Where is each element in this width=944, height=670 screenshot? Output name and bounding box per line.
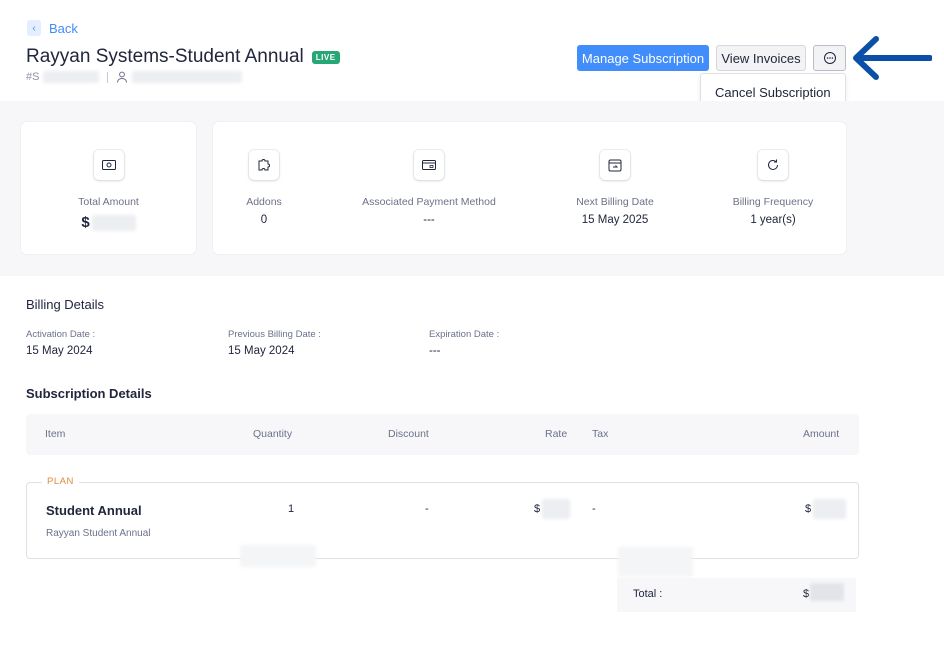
payment-method-value: --- [423,214,435,226]
billing-frequency-label: Billing Frequency [732,196,814,208]
total-amount-value: $ [81,214,90,231]
column-header-amount: Amount [803,428,840,440]
metric-next-billing: Next Billing Date 15 May 2025 [543,122,687,254]
view-invoices-button[interactable]: View Invoices [716,45,806,71]
redacted-total [810,583,844,601]
back-label: Back [49,20,78,36]
redacted-rate [542,499,570,519]
plan-discount: - [425,503,429,515]
redacted-total-amount [91,214,136,231]
column-header-item: Item [45,428,66,440]
column-header-quantity: Quantity [253,428,293,440]
person-icon [117,71,128,83]
activation-date-value: 15 May 2024 [26,345,93,357]
metric-payment-method: Associated Payment Method --- [343,122,515,254]
puzzle-icon [249,150,279,180]
next-billing-label: Next Billing Date [576,196,654,208]
manage-subscription-button[interactable]: Manage Subscription [577,45,709,71]
more-horizontal-icon [823,52,836,64]
plan-tag: PLAN [42,476,79,487]
total-amount-label: Total Amount [78,196,139,208]
status-badge: LIVE [311,50,340,64]
payment-method-label: Associated Payment Method [362,196,496,208]
plan-name: Student Annual [46,503,142,518]
activation-date-label: Activation Date : [26,329,96,340]
back-link[interactable]: ‹ Back [27,20,78,36]
subscription-metrics-card: Addons 0 Associated Payment Method --- N… [213,122,846,254]
plan-item-box: Student Annual Rayyan Student Annual 1 -… [26,482,859,559]
next-billing-value: 15 May 2025 [581,214,649,226]
plan-rate: $ [534,503,541,515]
page-title-row: Rayyan Systems-Student Annual LIVE [26,46,340,68]
redacted-amount [813,499,846,519]
page-title: Rayyan Systems-Student Annual [26,46,304,67]
subscription-meta: #S [26,71,243,83]
menu-item-cancel-subscription[interactable]: Cancel Subscription [715,85,831,100]
column-header-tax: Tax [592,428,609,440]
total-amount-card: Total Amount $ [21,122,196,254]
items-table-header: Item Quantity Discount Rate Tax Amount [26,414,859,455]
plan-quantity: 1 [288,503,295,515]
billing-frequency-value: 1 year(s) [750,214,796,226]
expiration-date-label: Expiration Date : [429,329,500,340]
plan-amount: $ [805,503,812,515]
chevron-left-icon: ‹ [27,20,41,36]
metric-billing-frequency: Billing Frequency 1 year(s) [703,122,843,254]
addons-value: 0 [260,214,268,226]
billing-details-title: Billing Details [26,297,105,312]
card-icon [414,150,444,180]
redacted-subscription-number [43,71,100,83]
refresh-icon [758,150,788,180]
addons-label: Addons [246,196,282,208]
previous-billing-date-label: Previous Billing Date : [228,329,321,340]
subscription-details-title: Subscription Details [26,386,152,401]
column-header-rate: Rate [545,428,568,440]
subscription-number-prefix: #S [26,71,40,83]
money-icon [93,150,124,180]
total-value: $ [803,588,810,600]
redacted-block [240,545,316,567]
previous-billing-date-value: 15 May 2024 [228,345,295,357]
total-label: Total : [633,588,663,600]
total-row: Total : $ [617,578,856,612]
total-amount-value-row: $ [81,214,136,231]
redacted-customer-name [132,71,243,83]
annotation-arrow-icon [853,36,932,80]
column-header-discount: Discount [388,428,429,440]
plan-description: Rayyan Student Annual [46,528,151,539]
divider [107,71,109,83]
calendar-icon [600,150,630,180]
more-options-button[interactable] [813,45,846,71]
expiration-date-value: --- [429,345,441,357]
plan-tax: - [592,503,596,515]
metric-addons: Addons 0 [213,122,315,254]
redacted-block [618,547,693,577]
